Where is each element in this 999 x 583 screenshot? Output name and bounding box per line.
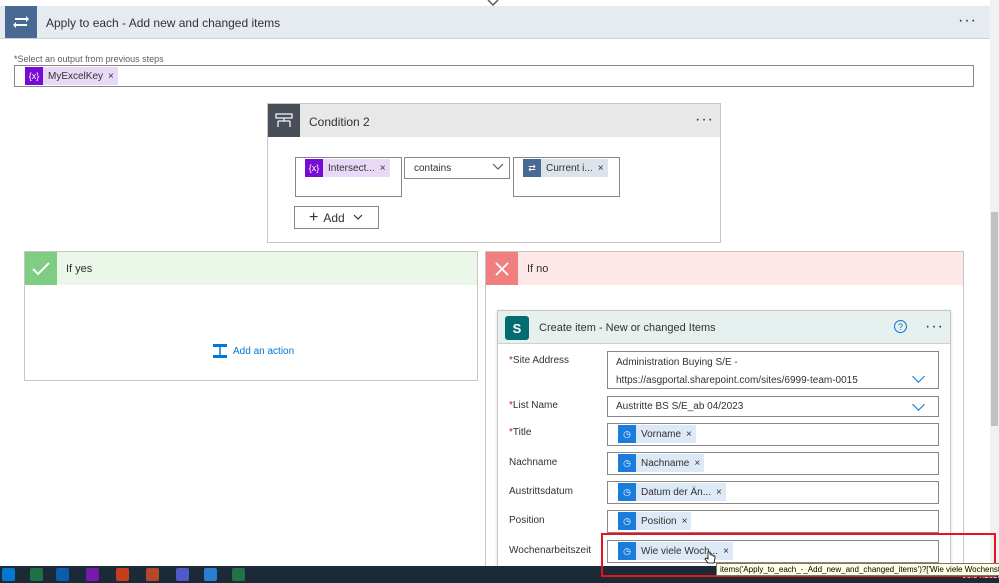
- remove-token-icon[interactable]: ×: [598, 163, 608, 174]
- help-icon[interactable]: ?: [894, 320, 907, 333]
- austrittsdatum-token[interactable]: ◷ Datum der Än... ×: [618, 483, 726, 501]
- remove-token-icon[interactable]: ×: [716, 487, 726, 498]
- title-label: *Title: [509, 427, 532, 438]
- austrittsdatum-token-label: Datum der Än...: [641, 486, 712, 498]
- nachname-token-label: Nachname: [641, 457, 690, 469]
- title-token-label: Vorname: [641, 428, 682, 440]
- condition-right-token[interactable]: ⇄ Current i... ×: [523, 159, 608, 177]
- condition-right-token-label: Current i...: [546, 162, 593, 174]
- onenote-icon[interactable]: [86, 568, 99, 581]
- nachname-token[interactable]: ◷ Nachname ×: [618, 454, 705, 472]
- site-address-line1: Administration Buying S/E -: [616, 357, 738, 368]
- position-label: Position: [509, 515, 545, 526]
- add-an-action-link[interactable]: Add an action: [212, 343, 294, 359]
- clock-icon: ◷: [618, 454, 636, 472]
- checkmark-icon: [25, 252, 57, 285]
- position-token-label: Position: [641, 515, 677, 527]
- austrittsdatum-label: Austrittsdatum: [509, 486, 573, 497]
- expression-tooltip: items('Apply_to_each_-_Add_new_and_chang…: [716, 563, 999, 576]
- condition-menu-button[interactable]: ···: [695, 111, 714, 129]
- chevron-down-icon: [353, 214, 363, 220]
- clock-icon: ◷: [618, 483, 636, 501]
- position-token[interactable]: ◷ Position ×: [618, 512, 692, 530]
- loop-menu-button[interactable]: ···: [958, 12, 977, 30]
- add-action-icon: [213, 344, 227, 358]
- site-address-label-text: Site Address: [512, 355, 570, 366]
- app-icon[interactable]: [204, 568, 217, 581]
- chevron-down-icon: [492, 163, 504, 170]
- site-address-label: *Site Address: [509, 355, 570, 366]
- if-yes-title: If yes: [66, 263, 93, 275]
- site-address-line2: https://asgportal.sharepoint.com/sites/6…: [616, 375, 858, 386]
- clock-icon: ◷: [618, 425, 636, 443]
- output-token-label: MyExcelKey: [48, 70, 104, 82]
- loop-icon: ⇄: [523, 159, 541, 177]
- edge-icon[interactable]: [56, 568, 69, 581]
- sharepoint-icon: S: [505, 316, 529, 340]
- create-item-menu-button[interactable]: ···: [925, 318, 944, 336]
- nachname-label: Nachname: [509, 457, 558, 468]
- list-name-label: *List Name: [509, 400, 558, 411]
- scrollbar-thumb[interactable]: [991, 212, 998, 426]
- plus-icon: +: [309, 208, 319, 226]
- add-an-action-label: Add an action: [233, 345, 295, 357]
- condition-left-token[interactable]: {x} Intersect... ×: [305, 159, 390, 177]
- condition-title: Condition 2: [309, 115, 370, 129]
- if-no-title: If no: [527, 263, 549, 275]
- create-item-title: Create item - New or changed Items: [539, 322, 716, 334]
- wochenarbeitszeit-label: Wochenarbeitszeit: [509, 545, 592, 556]
- loop-icon: [5, 6, 37, 38]
- remove-token-icon[interactable]: ×: [686, 429, 696, 440]
- pdf-icon[interactable]: [146, 568, 159, 581]
- powerpoint-icon[interactable]: [116, 568, 129, 581]
- list-name-value: Austritte BS S/E_ab 04/2023: [616, 401, 744, 412]
- start-icon[interactable]: [2, 568, 15, 581]
- remove-token-icon[interactable]: ×: [380, 163, 390, 174]
- remove-token-icon[interactable]: ×: [694, 458, 704, 469]
- remove-token-icon[interactable]: ×: [108, 71, 118, 82]
- condition-icon: [268, 104, 300, 137]
- add-condition-label: Add: [323, 210, 345, 225]
- project-icon[interactable]: [232, 568, 245, 581]
- output-label: *Select an output from previous steps: [14, 54, 164, 64]
- variable-icon: {x}: [305, 159, 323, 177]
- clock-icon: ◷: [618, 512, 636, 530]
- variable-icon: {x}: [25, 67, 43, 85]
- apply-to-each-title: Apply to each - Add new and changed item…: [46, 16, 281, 30]
- condition-left-token-label: Intersect...: [328, 162, 375, 174]
- teams-icon[interactable]: [176, 568, 189, 581]
- condition-operator-value: contains: [414, 163, 452, 174]
- output-token[interactable]: {x} MyExcelKey ×: [25, 67, 118, 85]
- excel-icon[interactable]: [30, 568, 43, 581]
- hand-cursor-icon: [704, 551, 716, 564]
- add-condition-button[interactable]: + Add: [294, 206, 379, 229]
- list-name-label-text: List Name: [512, 400, 558, 411]
- remove-token-icon[interactable]: ×: [682, 516, 692, 527]
- output-label-text: Select an output from previous steps: [17, 54, 164, 64]
- if-no-header[interactable]: [486, 252, 963, 285]
- title-token[interactable]: ◷ Vorname ×: [618, 425, 696, 443]
- output-input[interactable]: [14, 65, 974, 87]
- if-yes-header[interactable]: [25, 252, 477, 285]
- close-icon: [486, 252, 518, 285]
